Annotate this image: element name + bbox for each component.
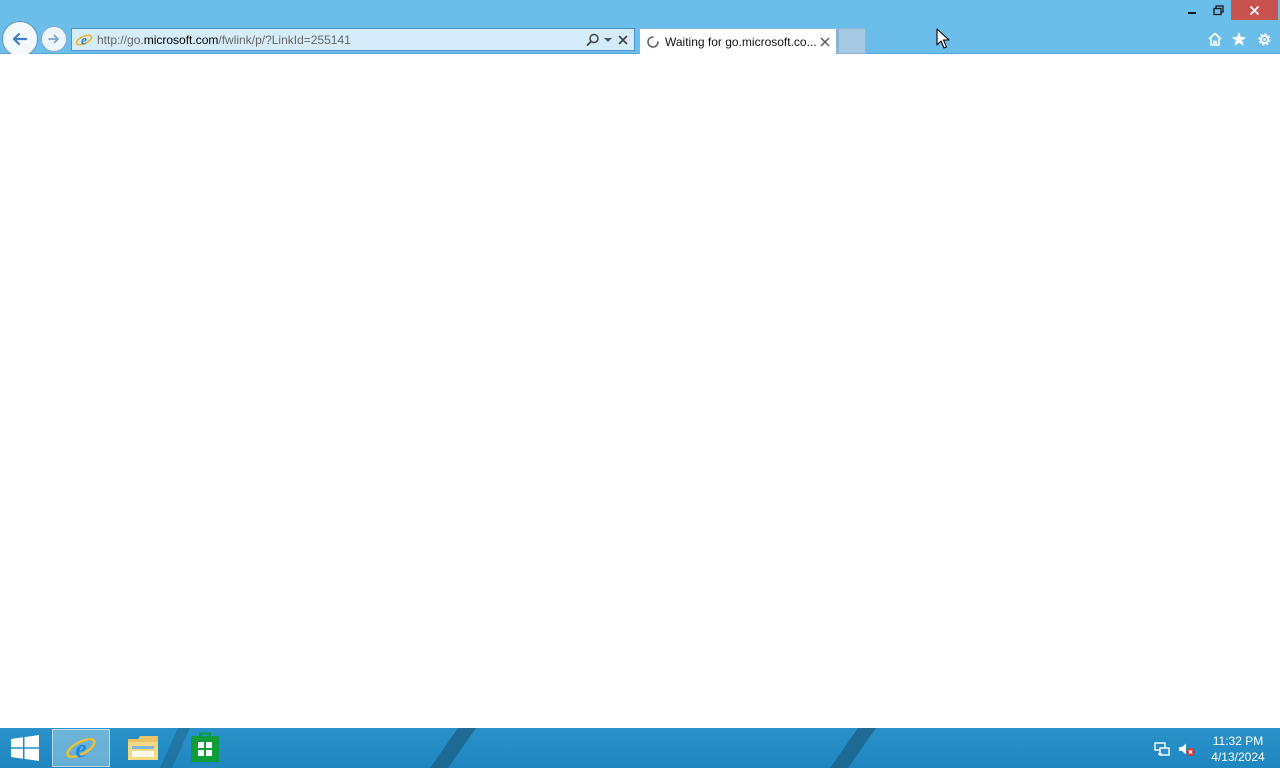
new-tab-button[interactable] — [838, 28, 866, 54]
chevron-down-icon[interactable] — [602, 31, 614, 49]
taskbar-internet-explorer[interactable]: e — [52, 729, 110, 767]
clock-time: 11:32 PM — [1212, 734, 1264, 748]
internet-explorer-icon: e — [66, 734, 96, 763]
taskbar: e — [0, 728, 1280, 768]
forward-button[interactable] — [41, 26, 67, 52]
page-viewport[interactable] — [0, 54, 1280, 728]
ie-logo-icon: e — [75, 32, 93, 47]
url-text[interactable]: http://go.microsoft.com/fwlink/p/?LinkId… — [97, 33, 584, 47]
clock-date: 4/13/2024 — [1211, 750, 1265, 764]
browser-chrome: e http://go.microsoft.com/fwlink/p/?Link… — [0, 0, 1280, 57]
network-icon[interactable] — [1153, 740, 1171, 758]
stop-icon[interactable] — [614, 31, 632, 49]
wallpaper-stripe — [430, 728, 476, 768]
volume-muted-icon[interactable] — [1177, 740, 1195, 758]
svg-text:e: e — [75, 734, 87, 763]
star-icon[interactable] — [1229, 29, 1249, 49]
close-window-button[interactable] — [1231, 0, 1278, 20]
close-icon — [1249, 5, 1260, 15]
tab-active[interactable]: Waiting for go.microsoft.co... — [639, 28, 837, 54]
taskbar-file-explorer[interactable] — [114, 729, 172, 767]
restore-icon — [1212, 4, 1224, 15]
taskbar-clock[interactable]: 11:32 PM 4/13/2024 — [1200, 733, 1276, 765]
loading-spinner-icon — [647, 35, 659, 48]
address-bar[interactable]: e http://go.microsoft.com/fwlink/p/?Link… — [71, 28, 635, 51]
minimize-button[interactable] — [1180, 0, 1204, 20]
back-arrow-icon — [12, 32, 28, 46]
close-tab-icon[interactable] — [818, 35, 832, 49]
folder-icon — [128, 736, 158, 760]
forward-arrow-icon — [48, 34, 59, 44]
search-icon[interactable] — [584, 31, 602, 49]
restore-button[interactable] — [1206, 0, 1230, 20]
mouse-cursor-icon — [936, 28, 950, 49]
store-icon — [191, 732, 219, 762]
tab-title: Waiting for go.microsoft.co... — [665, 34, 817, 49]
back-button[interactable] — [2, 21, 38, 57]
wallpaper-stripe — [830, 728, 876, 768]
minimize-icon — [1188, 12, 1196, 14]
taskbar-windows-store[interactable] — [176, 729, 234, 767]
home-icon[interactable] — [1205, 29, 1225, 49]
svg-text:e: e — [81, 32, 87, 47]
gear-icon[interactable] — [1254, 29, 1274, 49]
windows-start-icon[interactable] — [10, 735, 40, 761]
